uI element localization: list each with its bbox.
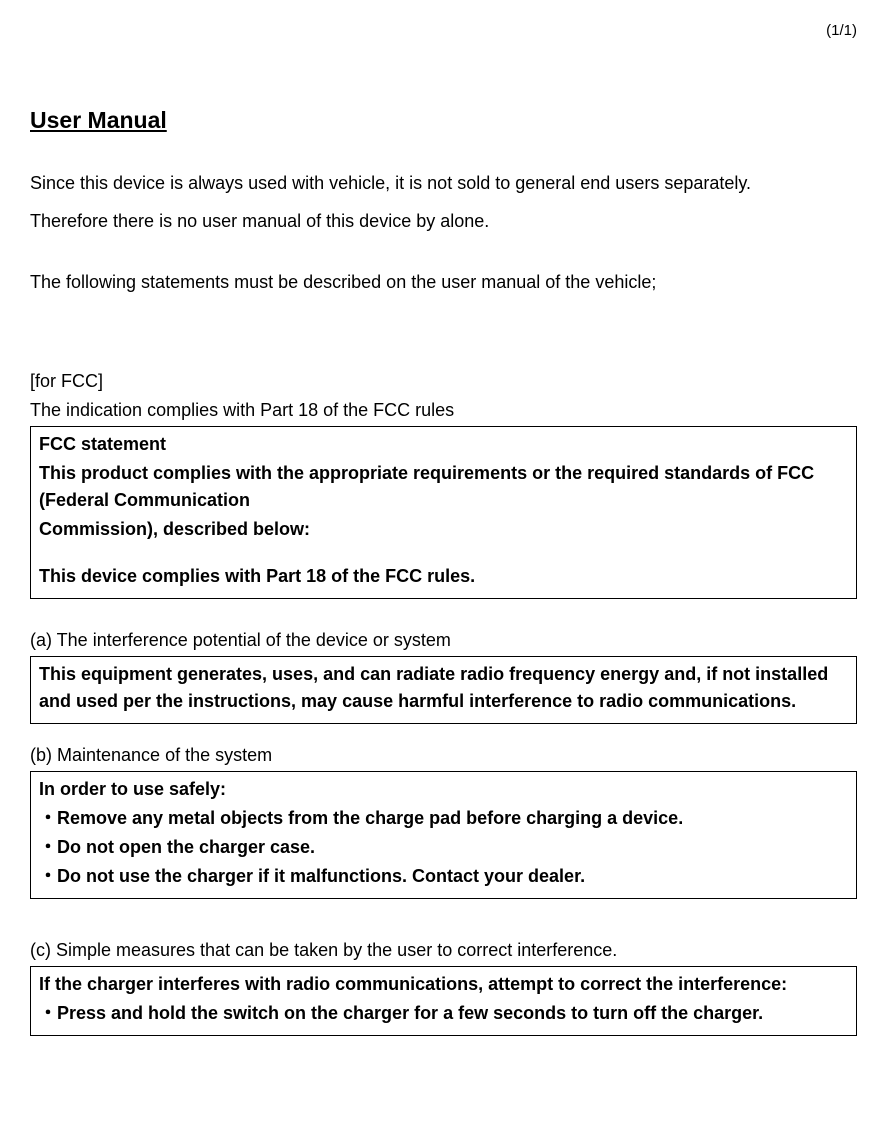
fcc-box-heading: FCC statement [39, 431, 848, 458]
fcc-box: FCC statement This product complies with… [30, 426, 857, 599]
section-c-box: If the charger interferes with radio com… [30, 966, 857, 1036]
section-b-heading: In order to use safely: [39, 776, 848, 803]
fcc-box-line-1: This product complies with the appropria… [39, 460, 848, 514]
section-c-heading: If the charger interferes with radio com… [39, 971, 848, 998]
section-a-box: This equipment generates, uses, and can … [30, 656, 857, 724]
intro-para-2: Therefore there is no user manual of thi… [30, 205, 857, 237]
fcc-box-line-2: Commission), described below: [39, 516, 848, 543]
intro-para-1: Since this device is always used with ve… [30, 167, 857, 199]
fcc-label: [for FCC] [30, 368, 857, 395]
section-b-bullet-2: ・Do not open the charger case. [39, 834, 848, 861]
section-c-bullet-1: ・Press and hold the switch on the charge… [39, 1000, 848, 1027]
fcc-subtitle: The indication complies with Part 18 of … [30, 397, 857, 424]
section-b-bullet-3: ・Do not use the charger if it malfunctio… [39, 863, 848, 890]
section-b-bullet-1: ・Remove any metal objects from the charg… [39, 805, 848, 832]
document-title: User Manual [30, 103, 857, 138]
section-b-label: (b) Maintenance of the system [30, 742, 857, 769]
section-a-text: This equipment generates, uses, and can … [39, 661, 848, 715]
section-a-label: (a) The interference potential of the de… [30, 627, 857, 654]
intro-para-3: The following statements must be describ… [30, 266, 857, 298]
section-c-label: (c) Simple measures that can be taken by… [30, 937, 857, 964]
fcc-box-line-3: This device complies with Part 18 of the… [39, 563, 848, 590]
section-b-box: In order to use safely: ・Remove any meta… [30, 771, 857, 899]
page-number: (1/1) [30, 20, 857, 43]
